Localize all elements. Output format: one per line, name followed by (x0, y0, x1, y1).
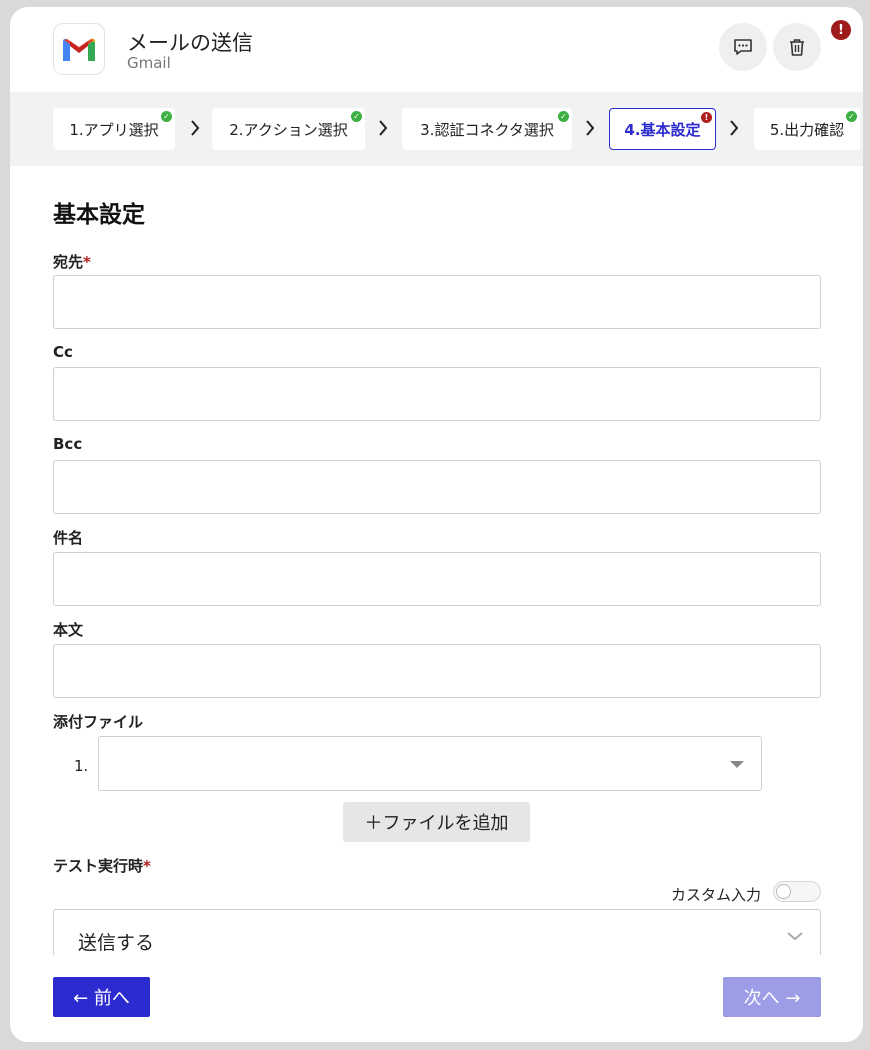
test-run-label: テスト実行時* (53, 857, 151, 875)
chevron-right-icon (586, 120, 595, 136)
required-mark: * (83, 253, 91, 271)
bcc-label: Bcc (53, 435, 83, 453)
attachments-label: 添付ファイル (53, 713, 144, 731)
chevron-down-icon (787, 932, 803, 941)
to-label: 宛先* (53, 253, 91, 271)
add-file-button[interactable]: ＋ファイルを追加 (343, 802, 530, 842)
trash-icon (790, 39, 804, 56)
page-title: メールの送信 (127, 31, 253, 55)
step-connector-select[interactable]: 3.認証コネクタ選択 ✓ (402, 108, 572, 150)
error-icon: ! (701, 112, 712, 123)
comment-button[interactable] (719, 23, 767, 71)
required-mark: * (143, 857, 151, 875)
header: メールの送信 Gmail ! (10, 7, 863, 92)
caret-down-icon (730, 761, 744, 768)
delete-button[interactable] (773, 23, 821, 71)
step-label: 2.アクション選択 (229, 120, 348, 139)
step-basic-settings[interactable]: 4.基本設定 ! (609, 108, 716, 150)
step-label: 3.認証コネクタ選択 (420, 120, 554, 139)
section-title: 基本設定 (53, 202, 145, 228)
check-icon: ✓ (558, 111, 569, 122)
step-label: 5.出力確認 (769, 120, 845, 139)
subject-label: 件名 (53, 529, 84, 547)
step-app-select[interactable]: 1.アプリ選択 ✓ (53, 108, 175, 150)
form-card: メールの送信 Gmail ! 1.アプリ選択 ✓ 2.アクション選択 ✓ 3.認… (10, 7, 863, 1042)
check-icon: ✓ (846, 111, 857, 122)
attachment-select[interactable] (98, 736, 762, 791)
stepper: 1.アプリ選択 ✓ 2.アクション選択 ✓ 3.認証コネクタ選択 ✓ 4.基本設… (10, 92, 863, 166)
step-label: 1.アプリ選択 (69, 120, 159, 139)
step-action-select[interactable]: 2.アクション選択 ✓ (212, 108, 365, 150)
chevron-right-icon (730, 120, 739, 136)
step-output-check[interactable]: 5.出力確認 ✓ (754, 108, 860, 150)
test-run-selected-value: 送信する (78, 932, 155, 954)
to-field[interactable] (53, 275, 821, 329)
app-name: Gmail (127, 54, 171, 72)
comment-icon (734, 39, 752, 55)
chevron-right-icon (379, 120, 388, 136)
subject-field[interactable] (53, 552, 821, 606)
attachment-index: 1. (74, 757, 89, 775)
step-label: 4.基本設定 (624, 120, 701, 139)
cc-field[interactable] (53, 367, 821, 421)
next-button[interactable]: 次へ → (723, 977, 821, 1017)
custom-input-label: カスタム入力 (671, 886, 762, 904)
gmail-logo-icon (53, 23, 105, 75)
cc-label: Cc (53, 343, 73, 361)
prev-button[interactable]: ← 前へ (53, 977, 150, 1017)
alert-badge: ! (831, 20, 851, 40)
toggle-knob (776, 884, 791, 899)
custom-input-toggle[interactable] (773, 881, 821, 902)
chevron-right-icon (191, 120, 200, 136)
check-icon: ✓ (161, 111, 172, 122)
bcc-field[interactable] (53, 460, 821, 514)
body-field[interactable] (53, 644, 821, 698)
check-icon: ✓ (351, 111, 362, 122)
body-label: 本文 (53, 621, 84, 639)
footer: ← 前へ 次へ → (10, 955, 863, 1042)
